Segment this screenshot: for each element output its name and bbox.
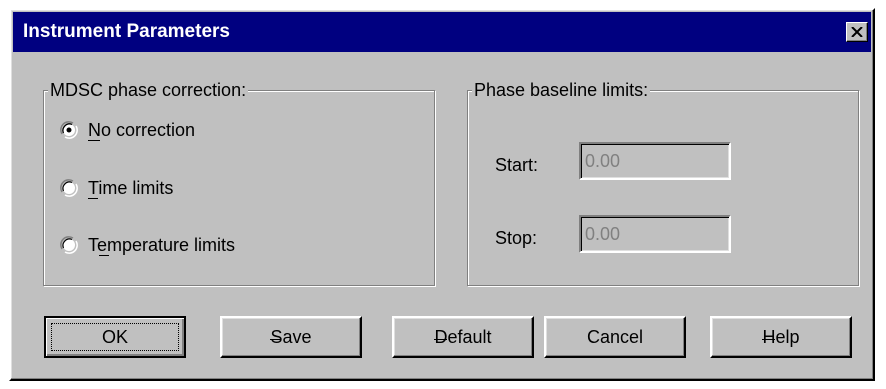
stop-input[interactable]	[579, 215, 731, 253]
radio-unselected-icon[interactable]	[60, 236, 78, 254]
cancel-button-label: Cancel	[586, 327, 644, 347]
radio-label-temperature-limits: Temperature limits	[88, 235, 236, 256]
default-button[interactable]: Default	[392, 316, 534, 358]
radio-temperature-limits[interactable]: Temperature limits	[60, 233, 235, 257]
start-label: Start:	[495, 155, 539, 175]
start-input[interactable]	[579, 142, 731, 180]
ok-button-label: OK	[101, 327, 128, 347]
help-button[interactable]: Help	[710, 316, 852, 358]
baseline-limits-legend: Phase baseline limits:	[472, 79, 651, 101]
baseline-limits-group: Phase baseline limits: Start: Stop:	[467, 79, 859, 286]
title-bar[interactable]: Instrument Parameters	[13, 12, 871, 52]
radio-label-time-limits: Time limits	[88, 178, 174, 199]
window-title: Instrument Parameters	[23, 21, 230, 42]
close-x-icon	[851, 27, 863, 37]
radio-unselected-icon[interactable]	[60, 179, 78, 197]
phase-correction-group: MDSC phase correction: No correction Tim…	[43, 79, 435, 286]
phase-correction-legend: MDSC phase correction:	[48, 79, 249, 101]
close-button[interactable]	[846, 22, 868, 42]
radio-time-limits[interactable]: Time limits	[60, 176, 173, 200]
ok-button[interactable]: OK	[44, 316, 186, 358]
radio-no-correction[interactable]: No correction	[60, 118, 195, 142]
default-button-label: Default	[434, 327, 492, 347]
save-button[interactable]: Save	[220, 316, 362, 358]
instrument-parameters-dialog: Instrument Parameters MDSC phase correct…	[9, 8, 875, 381]
save-button-label: Save	[270, 327, 312, 347]
radio-selected-icon[interactable]	[60, 121, 78, 139]
stop-label: Stop:	[495, 228, 538, 248]
help-button-label: Help	[762, 327, 800, 347]
radio-label-no-correction: No correction	[88, 120, 196, 141]
cancel-button[interactable]: Cancel	[544, 316, 686, 358]
